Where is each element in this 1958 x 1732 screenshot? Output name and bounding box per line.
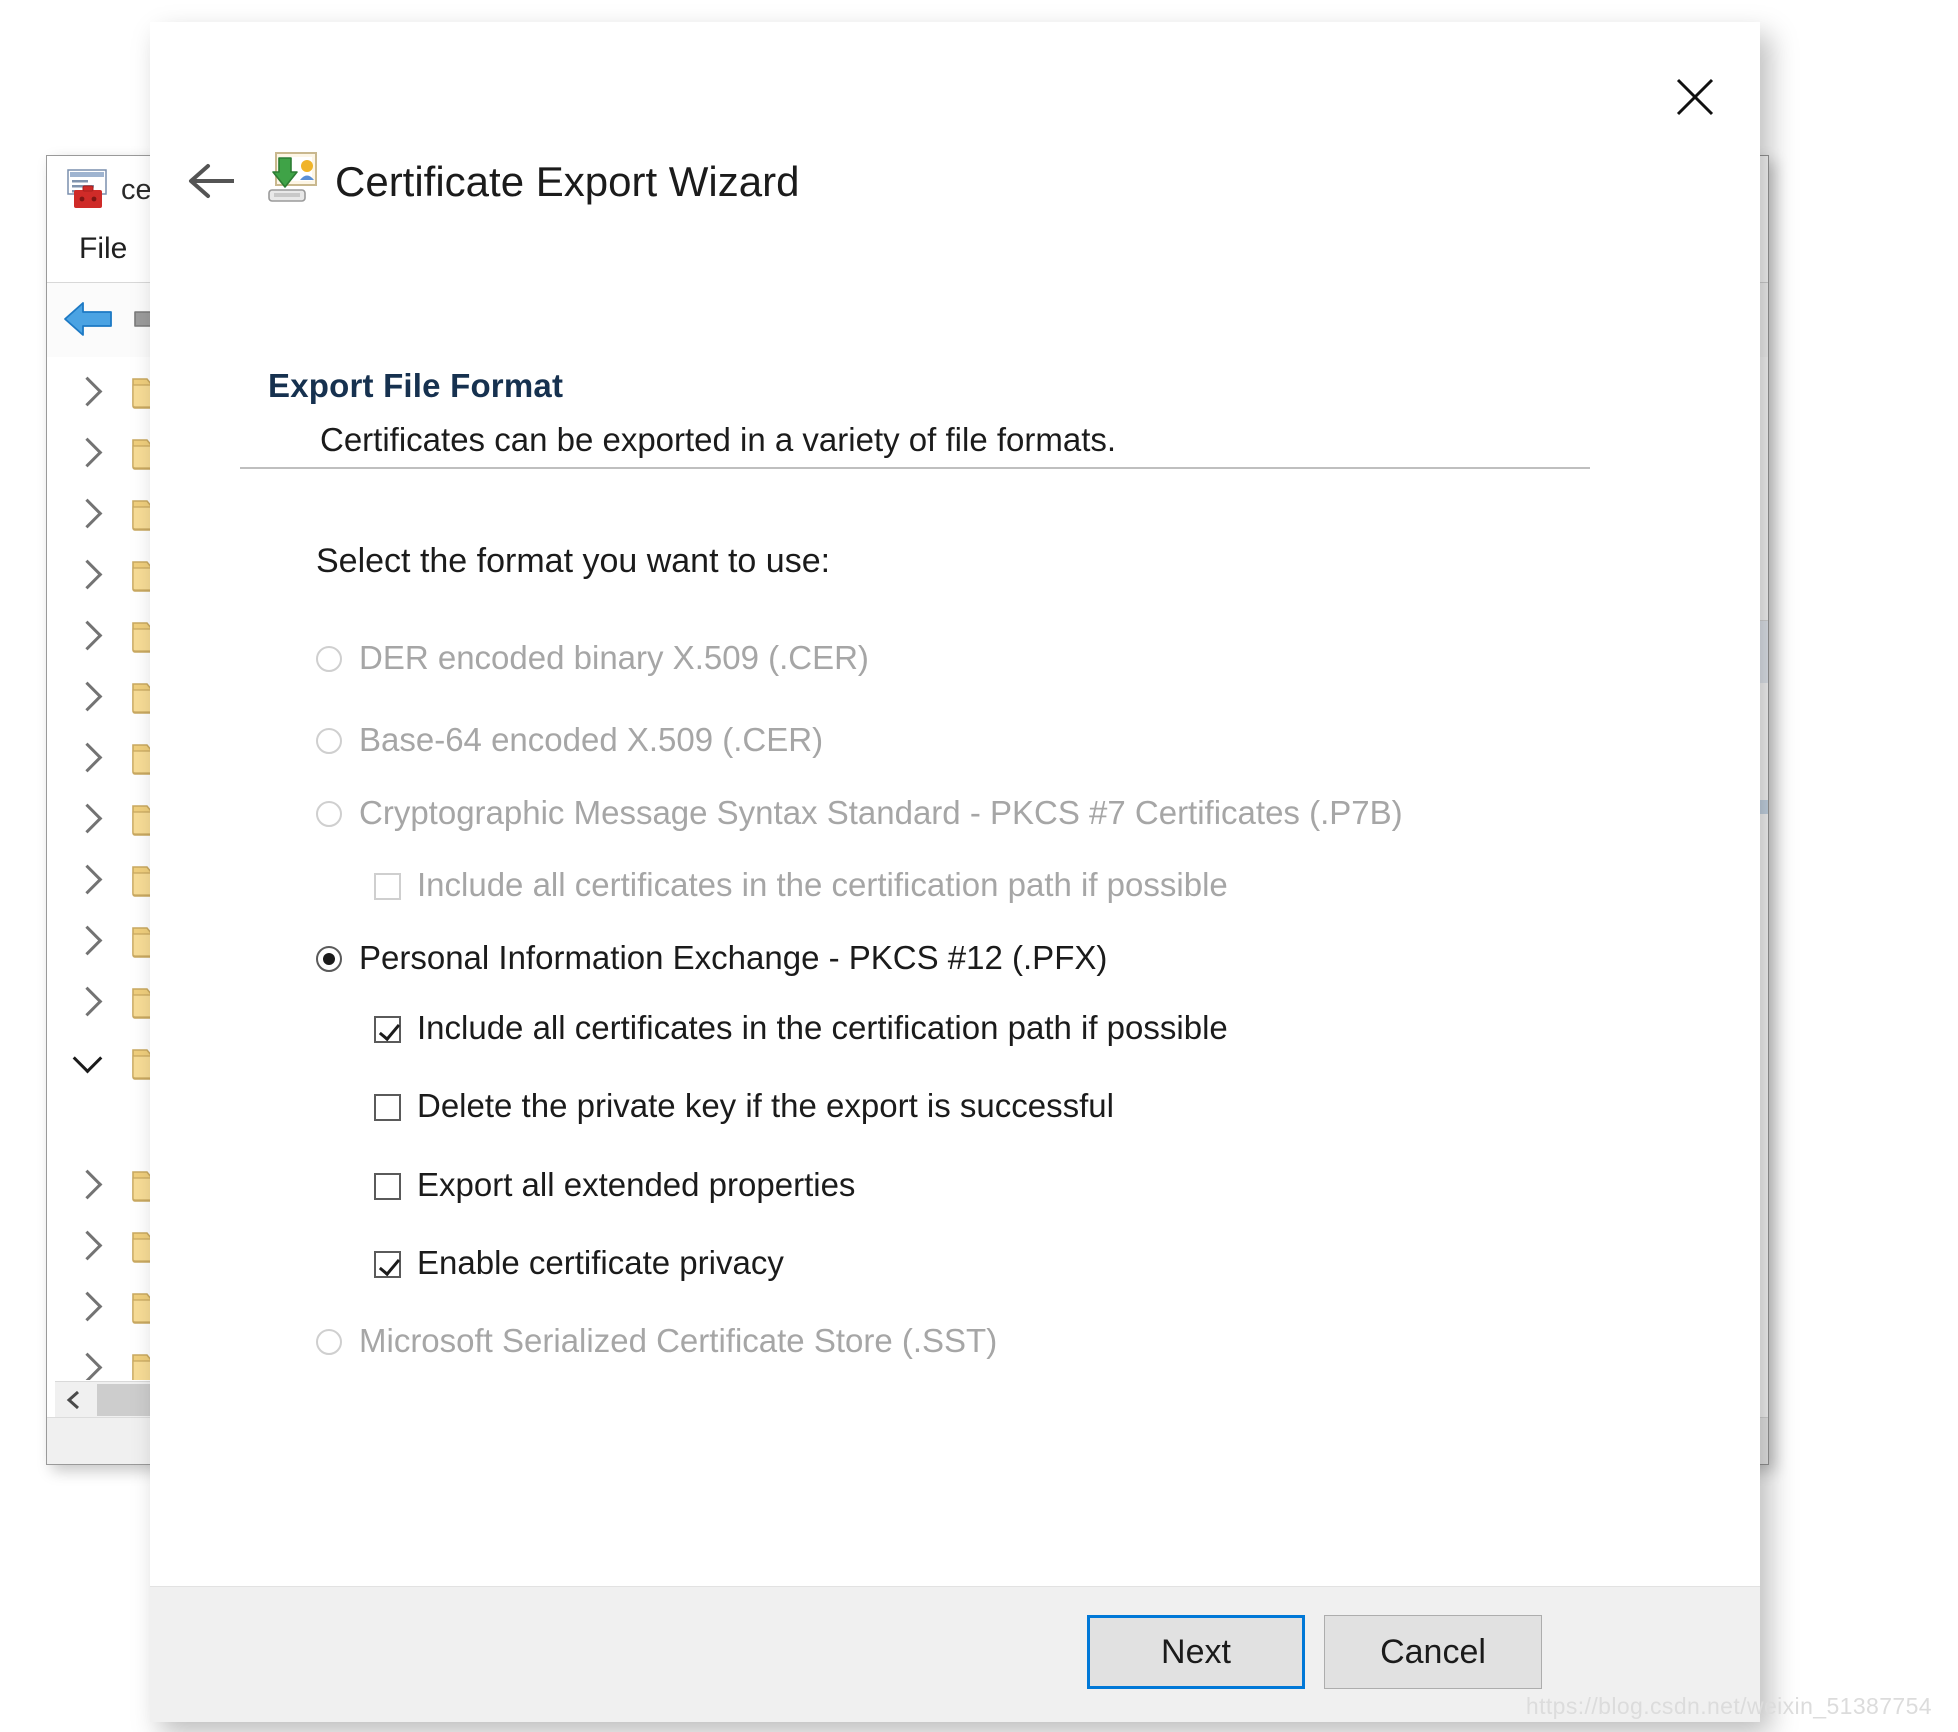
format-option-label: Include all certificates in the certific… bbox=[417, 868, 1228, 901]
chevron-right-icon[interactable] bbox=[73, 377, 103, 407]
format-option-der: DER encoded binary X.509 (.CER) bbox=[316, 641, 869, 674]
format-option-pfx-extended-props[interactable]: Export all extended properties bbox=[374, 1168, 855, 1201]
chevron-right-icon[interactable] bbox=[73, 560, 103, 590]
chevron-right-icon[interactable] bbox=[73, 438, 103, 468]
format-option-label: DER encoded binary X.509 (.CER) bbox=[359, 641, 869, 674]
back-arrow-icon[interactable] bbox=[178, 150, 252, 212]
checkbox-pfx-privacy[interactable] bbox=[374, 1251, 401, 1278]
chevron-down-icon[interactable] bbox=[73, 1044, 103, 1074]
screen: ce File bbox=[0, 0, 1958, 1732]
mmc-title-text: ce bbox=[121, 174, 152, 207]
format-option-label: Export all extended properties bbox=[417, 1168, 855, 1201]
chevron-right-icon[interactable] bbox=[73, 682, 103, 712]
format-option-base64: Base-64 encoded X.509 (.CER) bbox=[316, 723, 823, 756]
radio-p7b bbox=[316, 801, 342, 827]
console-toolbox-icon bbox=[65, 169, 111, 209]
format-prompt-label: Select the format you want to use: bbox=[316, 542, 1688, 581]
format-option-pfx-include-all[interactable]: Include all certificates in the certific… bbox=[374, 1011, 1228, 1044]
radio-base64 bbox=[316, 728, 342, 754]
wizard-content: Select the format you want to use: DER e… bbox=[268, 542, 1688, 1381]
chevron-right-icon[interactable] bbox=[73, 865, 103, 895]
checkbox-pfx-extended-props[interactable] bbox=[374, 1173, 401, 1200]
back-arrow-icon[interactable] bbox=[61, 295, 117, 343]
header-divider bbox=[240, 467, 1590, 469]
format-option-label: Base-64 encoded X.509 (.CER) bbox=[359, 723, 823, 756]
cancel-button[interactable]: Cancel bbox=[1324, 1615, 1542, 1689]
format-option-label: Cryptographic Message Syntax Standard - … bbox=[359, 796, 1403, 829]
close-icon[interactable] bbox=[1664, 66, 1726, 128]
certificate-export-wizard-dialog: Certificate Export Wizard Export File Fo… bbox=[150, 22, 1760, 1722]
chevron-right-icon[interactable] bbox=[73, 1170, 103, 1200]
wizard-footer: Next Cancel bbox=[150, 1586, 1760, 1722]
chevron-right-icon[interactable] bbox=[73, 621, 103, 651]
chevron-right-icon[interactable] bbox=[73, 804, 103, 834]
radio-sst bbox=[316, 1329, 342, 1355]
format-option-label: Microsoft Serialized Certificate Store (… bbox=[359, 1324, 997, 1357]
chevron-right-icon[interactable] bbox=[73, 743, 103, 773]
watermark: https://blog.csdn.net/weixin_51387754 bbox=[1526, 1693, 1932, 1720]
radio-pfx[interactable] bbox=[316, 946, 342, 972]
wizard-heading-title: Export File Format bbox=[268, 367, 1668, 405]
format-option-label: Delete the private key if the export is … bbox=[417, 1089, 1114, 1122]
checkbox-p7b-include-all bbox=[374, 873, 401, 900]
checkbox-pfx-include-all[interactable] bbox=[374, 1016, 401, 1043]
format-options-list: DER encoded binary X.509 (.CER) Base-64 e… bbox=[268, 581, 1688, 1381]
format-option-pfx[interactable]: Personal Information Exchange - PKCS #12… bbox=[316, 941, 1107, 974]
format-option-label: Include all certificates in the certific… bbox=[417, 1011, 1228, 1044]
page-title: Certificate Export Wizard bbox=[335, 158, 799, 206]
certificate-export-icon bbox=[266, 150, 322, 206]
scroll-left-icon[interactable] bbox=[55, 1382, 95, 1418]
format-option-p7b: Cryptographic Message Syntax Standard - … bbox=[316, 796, 1403, 829]
format-option-label: Personal Information Exchange - PKCS #12… bbox=[359, 941, 1107, 974]
format-option-pfx-delete-key[interactable]: Delete the private key if the export is … bbox=[374, 1089, 1114, 1122]
next-button[interactable]: Next bbox=[1087, 1615, 1305, 1689]
menu-item-file[interactable]: File bbox=[79, 232, 127, 266]
chevron-right-icon[interactable] bbox=[73, 499, 103, 529]
format-option-sst: Microsoft Serialized Certificate Store (… bbox=[316, 1324, 997, 1357]
format-option-p7b-include-all: Include all certificates in the certific… bbox=[374, 868, 1228, 901]
chevron-right-icon[interactable] bbox=[73, 987, 103, 1017]
chevron-right-icon[interactable] bbox=[73, 1292, 103, 1322]
wizard-heading-block: Export File Format Certificates can be e… bbox=[268, 367, 1668, 459]
checkbox-pfx-delete-key[interactable] bbox=[374, 1094, 401, 1121]
wizard-heading-subtitle: Certificates can be exported in a variet… bbox=[320, 421, 1668, 459]
format-option-label: Enable certificate privacy bbox=[417, 1246, 784, 1279]
radio-der bbox=[316, 646, 342, 672]
format-option-pfx-privacy[interactable]: Enable certificate privacy bbox=[374, 1246, 784, 1279]
chevron-right-icon[interactable] bbox=[73, 1231, 103, 1261]
chevron-right-icon[interactable] bbox=[73, 926, 103, 956]
chevron-right-icon[interactable] bbox=[73, 1353, 103, 1380]
